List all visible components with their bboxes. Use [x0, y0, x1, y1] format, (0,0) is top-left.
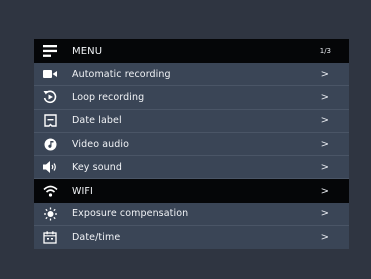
menu-item-label: Automatic recording	[72, 68, 171, 80]
chevron-right-icon: >	[320, 208, 329, 220]
loop-play-icon	[42, 89, 58, 105]
wifi-icon	[42, 183, 58, 199]
menu-item-loop-recording[interactable]: Loop recording >	[34, 86, 349, 110]
menu-item-date-time[interactable]: Date/time >	[34, 226, 349, 249]
menu-title: MENU	[72, 45, 103, 57]
date-label-icon	[42, 113, 58, 129]
chevron-right-icon: >	[320, 91, 329, 103]
menu-icon	[42, 43, 58, 59]
speaker-icon	[42, 159, 58, 175]
chevron-right-icon: >	[320, 185, 329, 197]
menu-item-key-sound[interactable]: Key sound >	[34, 156, 349, 180]
menu-item-label: WIFI	[72, 185, 93, 197]
chevron-right-icon: >	[320, 68, 329, 80]
settings-menu: MENU 1/3 Automatic recording > Loop reco…	[34, 39, 349, 250]
menu-item-automatic-recording[interactable]: Automatic recording >	[34, 63, 349, 87]
menu-item-date-label[interactable]: Date label >	[34, 110, 349, 133]
audio-disc-icon	[42, 136, 58, 152]
menu-item-label: Loop recording	[72, 91, 145, 103]
chevron-right-icon: >	[320, 138, 329, 150]
chevron-right-icon: >	[320, 232, 329, 244]
chevron-right-icon: >	[320, 161, 329, 173]
menu-item-wifi[interactable]: WIFI >	[34, 179, 349, 203]
menu-item-label: Exposure compensation	[72, 208, 189, 220]
calendar-icon	[42, 230, 58, 246]
menu-item-label: Video audio	[72, 138, 130, 150]
chevron-right-icon: >	[320, 115, 329, 127]
exposure-icon	[42, 206, 58, 222]
menu-item-label: Date/time	[72, 232, 121, 244]
menu-item-video-audio[interactable]: Video audio >	[34, 133, 349, 157]
menu-item-label: Key sound	[72, 161, 122, 173]
menu-header: MENU 1/3	[34, 39, 349, 63]
page-indicator: 1/3	[319, 47, 331, 55]
menu-item-exposure-compensation[interactable]: Exposure compensation >	[34, 203, 349, 227]
video-camera-icon	[42, 66, 58, 82]
menu-item-label: Date label	[72, 115, 122, 127]
